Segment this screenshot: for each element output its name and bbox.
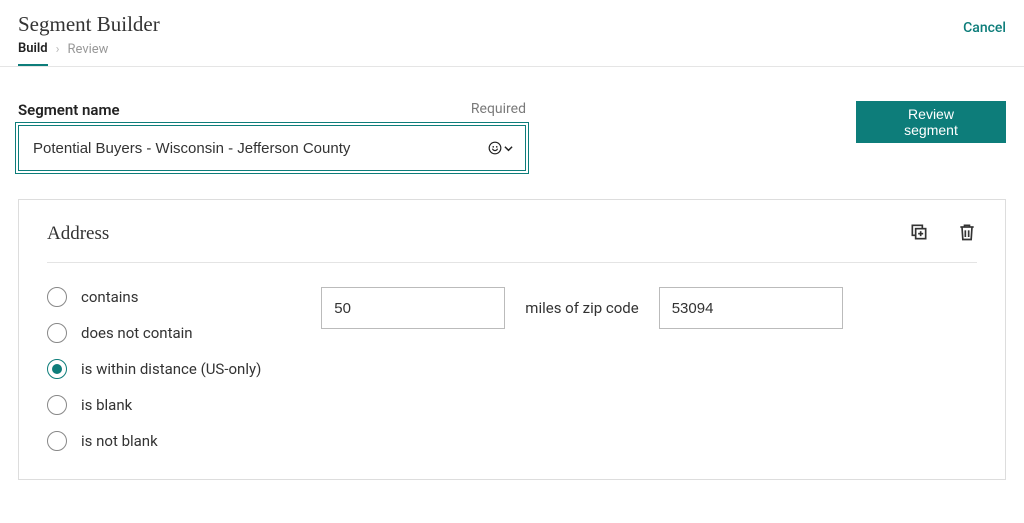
radio-icon [47, 287, 67, 307]
breadcrumb-review[interactable]: Review [68, 42, 109, 65]
zip-input[interactable] [659, 287, 843, 329]
card-actions [909, 222, 977, 246]
chevron-right-icon: › [56, 42, 60, 65]
radio-label: does not contain [81, 324, 193, 342]
radio-is-blank[interactable]: is blank [47, 395, 261, 415]
radio-icon [47, 431, 67, 451]
radio-label: contains [81, 288, 138, 306]
radio-label: is within distance (US-only) [81, 360, 261, 378]
card-body: contains does not contain is within dist… [47, 287, 977, 451]
header-left: Segment Builder Build › Review [18, 12, 160, 66]
main-content: Segment name Required Review segment Add… [0, 67, 1024, 480]
radio-contains[interactable]: contains [47, 287, 261, 307]
duplicate-icon[interactable] [909, 222, 929, 246]
card-title: Address [47, 223, 109, 245]
emoji-picker-icon[interactable] [488, 141, 513, 155]
page-header: Segment Builder Build › Review Cancel [0, 0, 1024, 67]
cancel-link[interactable]: Cancel [963, 12, 1006, 36]
miles-input[interactable] [321, 287, 505, 329]
condition-radio-group: contains does not contain is within dist… [47, 287, 261, 451]
address-filter-card: Address [18, 199, 1006, 480]
trash-icon[interactable] [957, 222, 977, 246]
page-title: Segment Builder [18, 12, 160, 37]
breadcrumb: Build › Review [18, 41, 160, 66]
segment-name-input[interactable] [33, 140, 481, 157]
segment-name-label: Segment name [18, 101, 120, 119]
breadcrumb-build[interactable]: Build [18, 41, 48, 66]
radio-icon [47, 323, 67, 343]
radio-is-not-blank[interactable]: is not blank [47, 431, 261, 451]
chevron-down-icon [504, 144, 513, 153]
radio-within-distance[interactable]: is within distance (US-only) [47, 359, 261, 379]
radio-icon [47, 359, 67, 379]
radio-does-not-contain[interactable]: does not contain [47, 323, 261, 343]
radio-icon [47, 395, 67, 415]
distance-inputs: miles of zip code [321, 287, 842, 329]
segment-name-label-row: Segment name Required [18, 101, 526, 119]
miles-of-zip-label: miles of zip code [525, 299, 638, 317]
segment-name-required: Required [471, 101, 526, 119]
radio-label: is blank [81, 396, 132, 414]
review-segment-button[interactable]: Review segment [856, 101, 1006, 143]
segment-name-input-wrap[interactable] [18, 125, 526, 171]
card-header: Address [47, 222, 977, 263]
segment-name-field: Segment name Required [18, 101, 526, 171]
top-row: Segment name Required Review segment [18, 101, 1006, 171]
radio-label: is not blank [81, 432, 158, 450]
